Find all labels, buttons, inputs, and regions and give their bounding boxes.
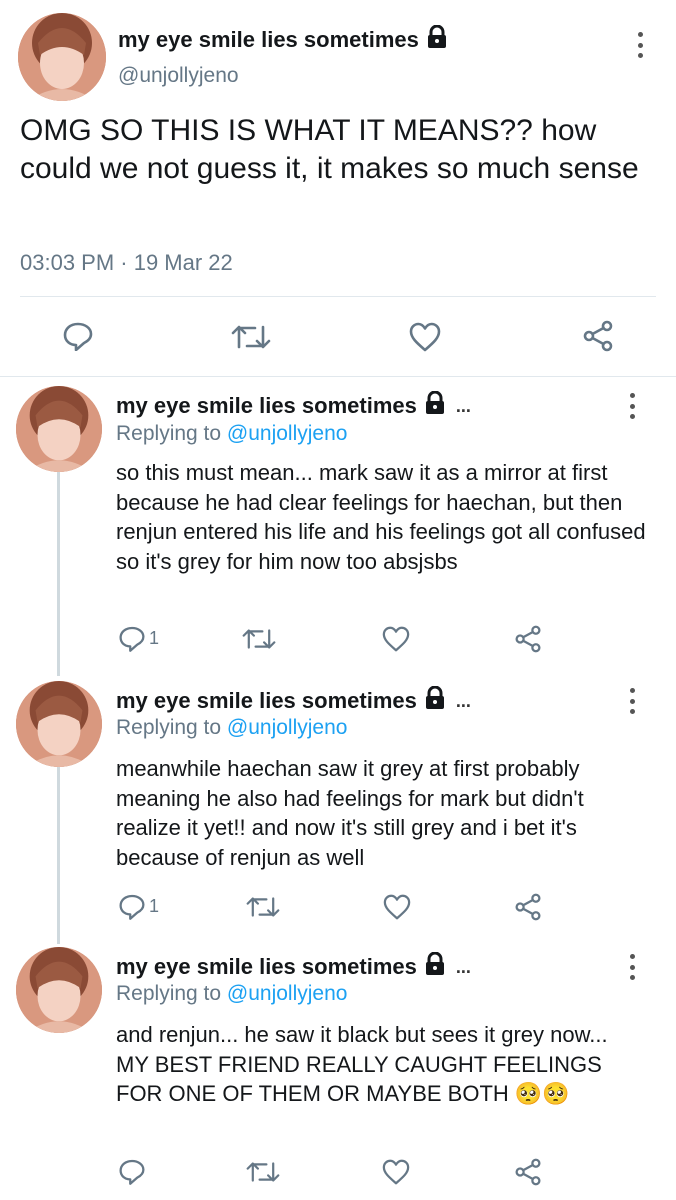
share-icon[interactable] bbox=[514, 625, 542, 653]
like-icon[interactable] bbox=[383, 894, 411, 920]
thread-line bbox=[57, 468, 60, 676]
share-icon[interactable] bbox=[582, 320, 614, 352]
more-options-icon[interactable] bbox=[630, 30, 650, 60]
more-options-icon[interactable] bbox=[622, 952, 642, 982]
like-icon[interactable] bbox=[382, 626, 410, 652]
replying-to: Replying to @unjollyjeno bbox=[116, 422, 347, 446]
mention-link[interactable]: @unjollyjeno bbox=[227, 982, 348, 1005]
reply-icon[interactable] bbox=[118, 1158, 146, 1185]
share-icon[interactable] bbox=[514, 1158, 542, 1186]
retweet-icon[interactable] bbox=[242, 626, 276, 652]
reply-text: meanwhile haechan saw it grey at first p… bbox=[116, 756, 584, 870]
display-name-text: my eye smile lies sometimes bbox=[116, 954, 417, 979]
reply-text: and renjun... he saw it black but sees i… bbox=[116, 1022, 608, 1106]
display-name[interactable]: my eye smile lies sometimes ... bbox=[116, 685, 471, 716]
mention-link[interactable]: @unjollyjeno bbox=[227, 422, 348, 445]
thread-line bbox=[57, 764, 60, 944]
mention-link[interactable]: @unjollyjeno bbox=[227, 716, 348, 739]
like-icon[interactable] bbox=[409, 322, 441, 352]
reply-count: 1 bbox=[149, 896, 160, 916]
name-ellipsis: ... bbox=[455, 956, 471, 977]
lock-icon bbox=[426, 24, 448, 55]
replying-to: Replying to @unjollyjeno bbox=[116, 716, 347, 740]
lock-icon bbox=[424, 951, 446, 982]
display-name[interactable]: my eye smile lies sometimes bbox=[118, 24, 448, 55]
reply-count: 1 bbox=[149, 628, 160, 648]
display-name[interactable]: my eye smile lies sometimes ... bbox=[116, 390, 471, 421]
lock-icon bbox=[424, 390, 446, 421]
reply-icon[interactable]: 1 bbox=[118, 625, 159, 652]
retweet-icon[interactable] bbox=[246, 894, 280, 920]
reply-text: so this must mean... mark saw it as a mi… bbox=[116, 460, 646, 574]
display-name-text: my eye smile lies sometimes bbox=[116, 688, 417, 713]
reply-icon[interactable] bbox=[62, 321, 94, 351]
display-name-text: my eye smile lies sometimes bbox=[116, 393, 417, 418]
replying-to-label: Replying to bbox=[116, 982, 222, 1005]
replying-to-label: Replying to bbox=[116, 422, 222, 445]
replying-to-label: Replying to bbox=[116, 716, 222, 739]
avatar[interactable] bbox=[16, 681, 102, 767]
like-icon[interactable] bbox=[382, 1159, 410, 1185]
name-ellipsis: ... bbox=[455, 690, 471, 711]
handle[interactable]: @unjollyjeno bbox=[118, 64, 239, 88]
more-options-icon[interactable] bbox=[622, 686, 642, 716]
lock-icon bbox=[424, 685, 446, 716]
more-options-icon[interactable] bbox=[622, 391, 642, 421]
retweet-icon[interactable] bbox=[231, 322, 271, 352]
tweet-text: OMG SO THIS IS WHAT IT MEANS?? how could… bbox=[20, 114, 639, 185]
divider bbox=[20, 296, 656, 297]
display-name[interactable]: my eye smile lies sometimes ... bbox=[116, 951, 471, 982]
display-name-text: my eye smile lies sometimes bbox=[118, 27, 419, 52]
avatar[interactable] bbox=[16, 947, 102, 1033]
avatar[interactable] bbox=[16, 386, 102, 472]
share-icon[interactable] bbox=[514, 893, 542, 921]
divider bbox=[0, 376, 676, 377]
reply-icon[interactable]: 1 bbox=[118, 893, 159, 920]
name-ellipsis: ... bbox=[455, 395, 471, 416]
replying-to: Replying to @unjollyjeno bbox=[116, 982, 347, 1006]
tweet-timestamp: 03:03 PM · 19 Mar 22 bbox=[20, 250, 233, 275]
retweet-icon[interactable] bbox=[246, 1159, 280, 1185]
avatar[interactable] bbox=[18, 13, 106, 101]
